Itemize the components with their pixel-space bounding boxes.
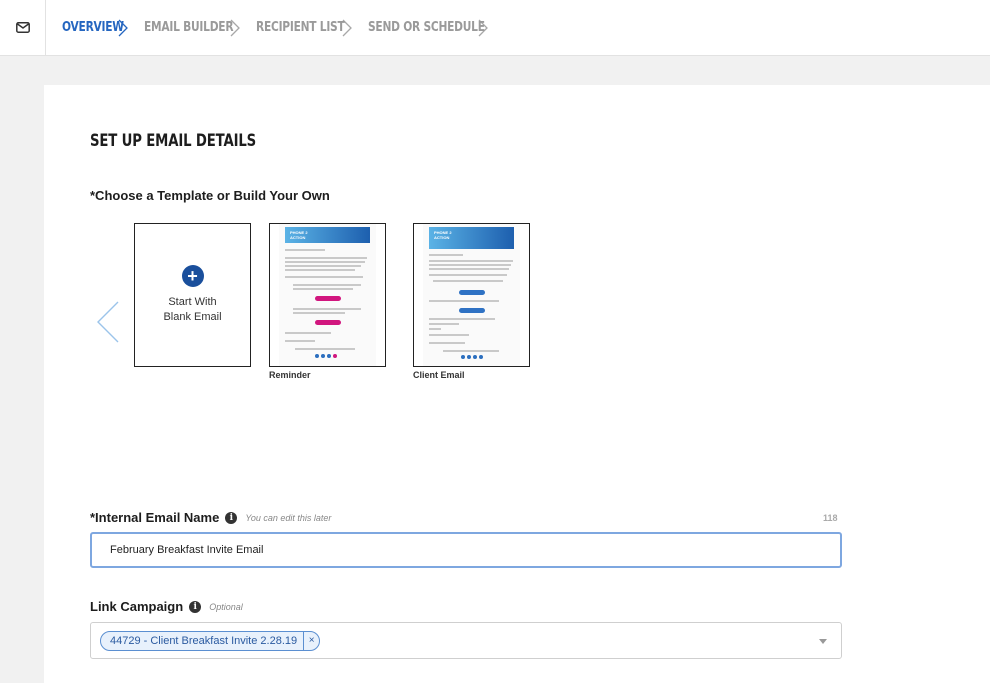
- blank-template-label: Start With Blank Email: [163, 295, 221, 325]
- thumbnail-brand: PHONE 2 ACTION: [434, 230, 452, 240]
- carousel-prev-button[interactable]: [96, 300, 120, 349]
- template-caption-reminder: Reminder: [269, 370, 311, 380]
- template-card-reminder[interactable]: PHONE 2 ACTION: [269, 223, 386, 367]
- mail-button[interactable]: [0, 0, 46, 56]
- chevron-down-icon[interactable]: [819, 639, 827, 644]
- remove-tag-button[interactable]: ×: [303, 631, 319, 650]
- template-caption-client-email: Client Email: [413, 370, 465, 380]
- breadcrumb: OVERVIEW EMAIL BUILDER RECIPIENT LIST SE…: [46, 19, 496, 37]
- campaign-tag: 44729 - Client Breakfast Invite 2.28.19 …: [100, 630, 321, 651]
- thumbnail-header: PHONE 2 ACTION: [285, 227, 370, 243]
- step-email-builder[interactable]: EMAIL BUILDER: [144, 20, 234, 35]
- campaign-tag-label: 44729 - Client Breakfast Invite 2.28.19: [110, 634, 298, 647]
- campaign-label: Link Campaign i Optional: [90, 599, 243, 614]
- blank-template-card[interactable]: + Start With Blank Email: [134, 223, 251, 367]
- email-name-value: February Breakfast Invite Email: [110, 544, 264, 556]
- blank-line-2: Blank Email: [163, 311, 222, 323]
- step-send-or-schedule[interactable]: SEND OR SCHEDULE: [368, 20, 485, 35]
- top-bar: OVERVIEW EMAIL BUILDER RECIPIENT LIST SE…: [0, 0, 990, 56]
- main-panel: SET UP EMAIL DETAILS *Choose a Template …: [44, 85, 990, 683]
- template-thumbnail: PHONE 2 ACTION: [279, 224, 376, 366]
- thumbnail-brand: PHONE 2 ACTION: [290, 230, 308, 240]
- page-title: SET UP EMAIL DETAILS: [90, 131, 257, 151]
- email-name-input[interactable]: February Breakfast Invite Email: [90, 532, 842, 568]
- template-card-client-email[interactable]: PHONE 2 ACTION: [413, 223, 530, 367]
- email-name-label-text: *Internal Email Name: [90, 510, 220, 525]
- info-icon[interactable]: i: [225, 511, 238, 524]
- blank-line-1: Start With: [168, 296, 217, 308]
- step-recipient-list[interactable]: RECIPIENT LIST: [256, 20, 345, 35]
- campaign-select[interactable]: 44729 - Client Breakfast Invite 2.28.19 …: [90, 622, 842, 659]
- email-name-hint: You can edit this later: [245, 512, 332, 523]
- campaign-hint: Optional: [209, 601, 243, 612]
- plus-icon: +: [181, 265, 204, 287]
- template-thumbnail: PHONE 2 ACTION: [423, 224, 520, 366]
- chevron-left-icon: [97, 301, 119, 343]
- thumbnail-header: PHONE 2 ACTION: [429, 227, 514, 249]
- email-name-label: *Internal Email Name i You can edit this…: [90, 510, 331, 525]
- mail-icon: [15, 22, 30, 33]
- step-overview[interactable]: OVERVIEW: [62, 20, 124, 35]
- info-icon[interactable]: i: [189, 600, 202, 613]
- character-counter: 118: [823, 513, 838, 523]
- campaign-label-text: Link Campaign: [90, 599, 184, 614]
- template-label: *Choose a Template or Build Your Own: [90, 188, 330, 203]
